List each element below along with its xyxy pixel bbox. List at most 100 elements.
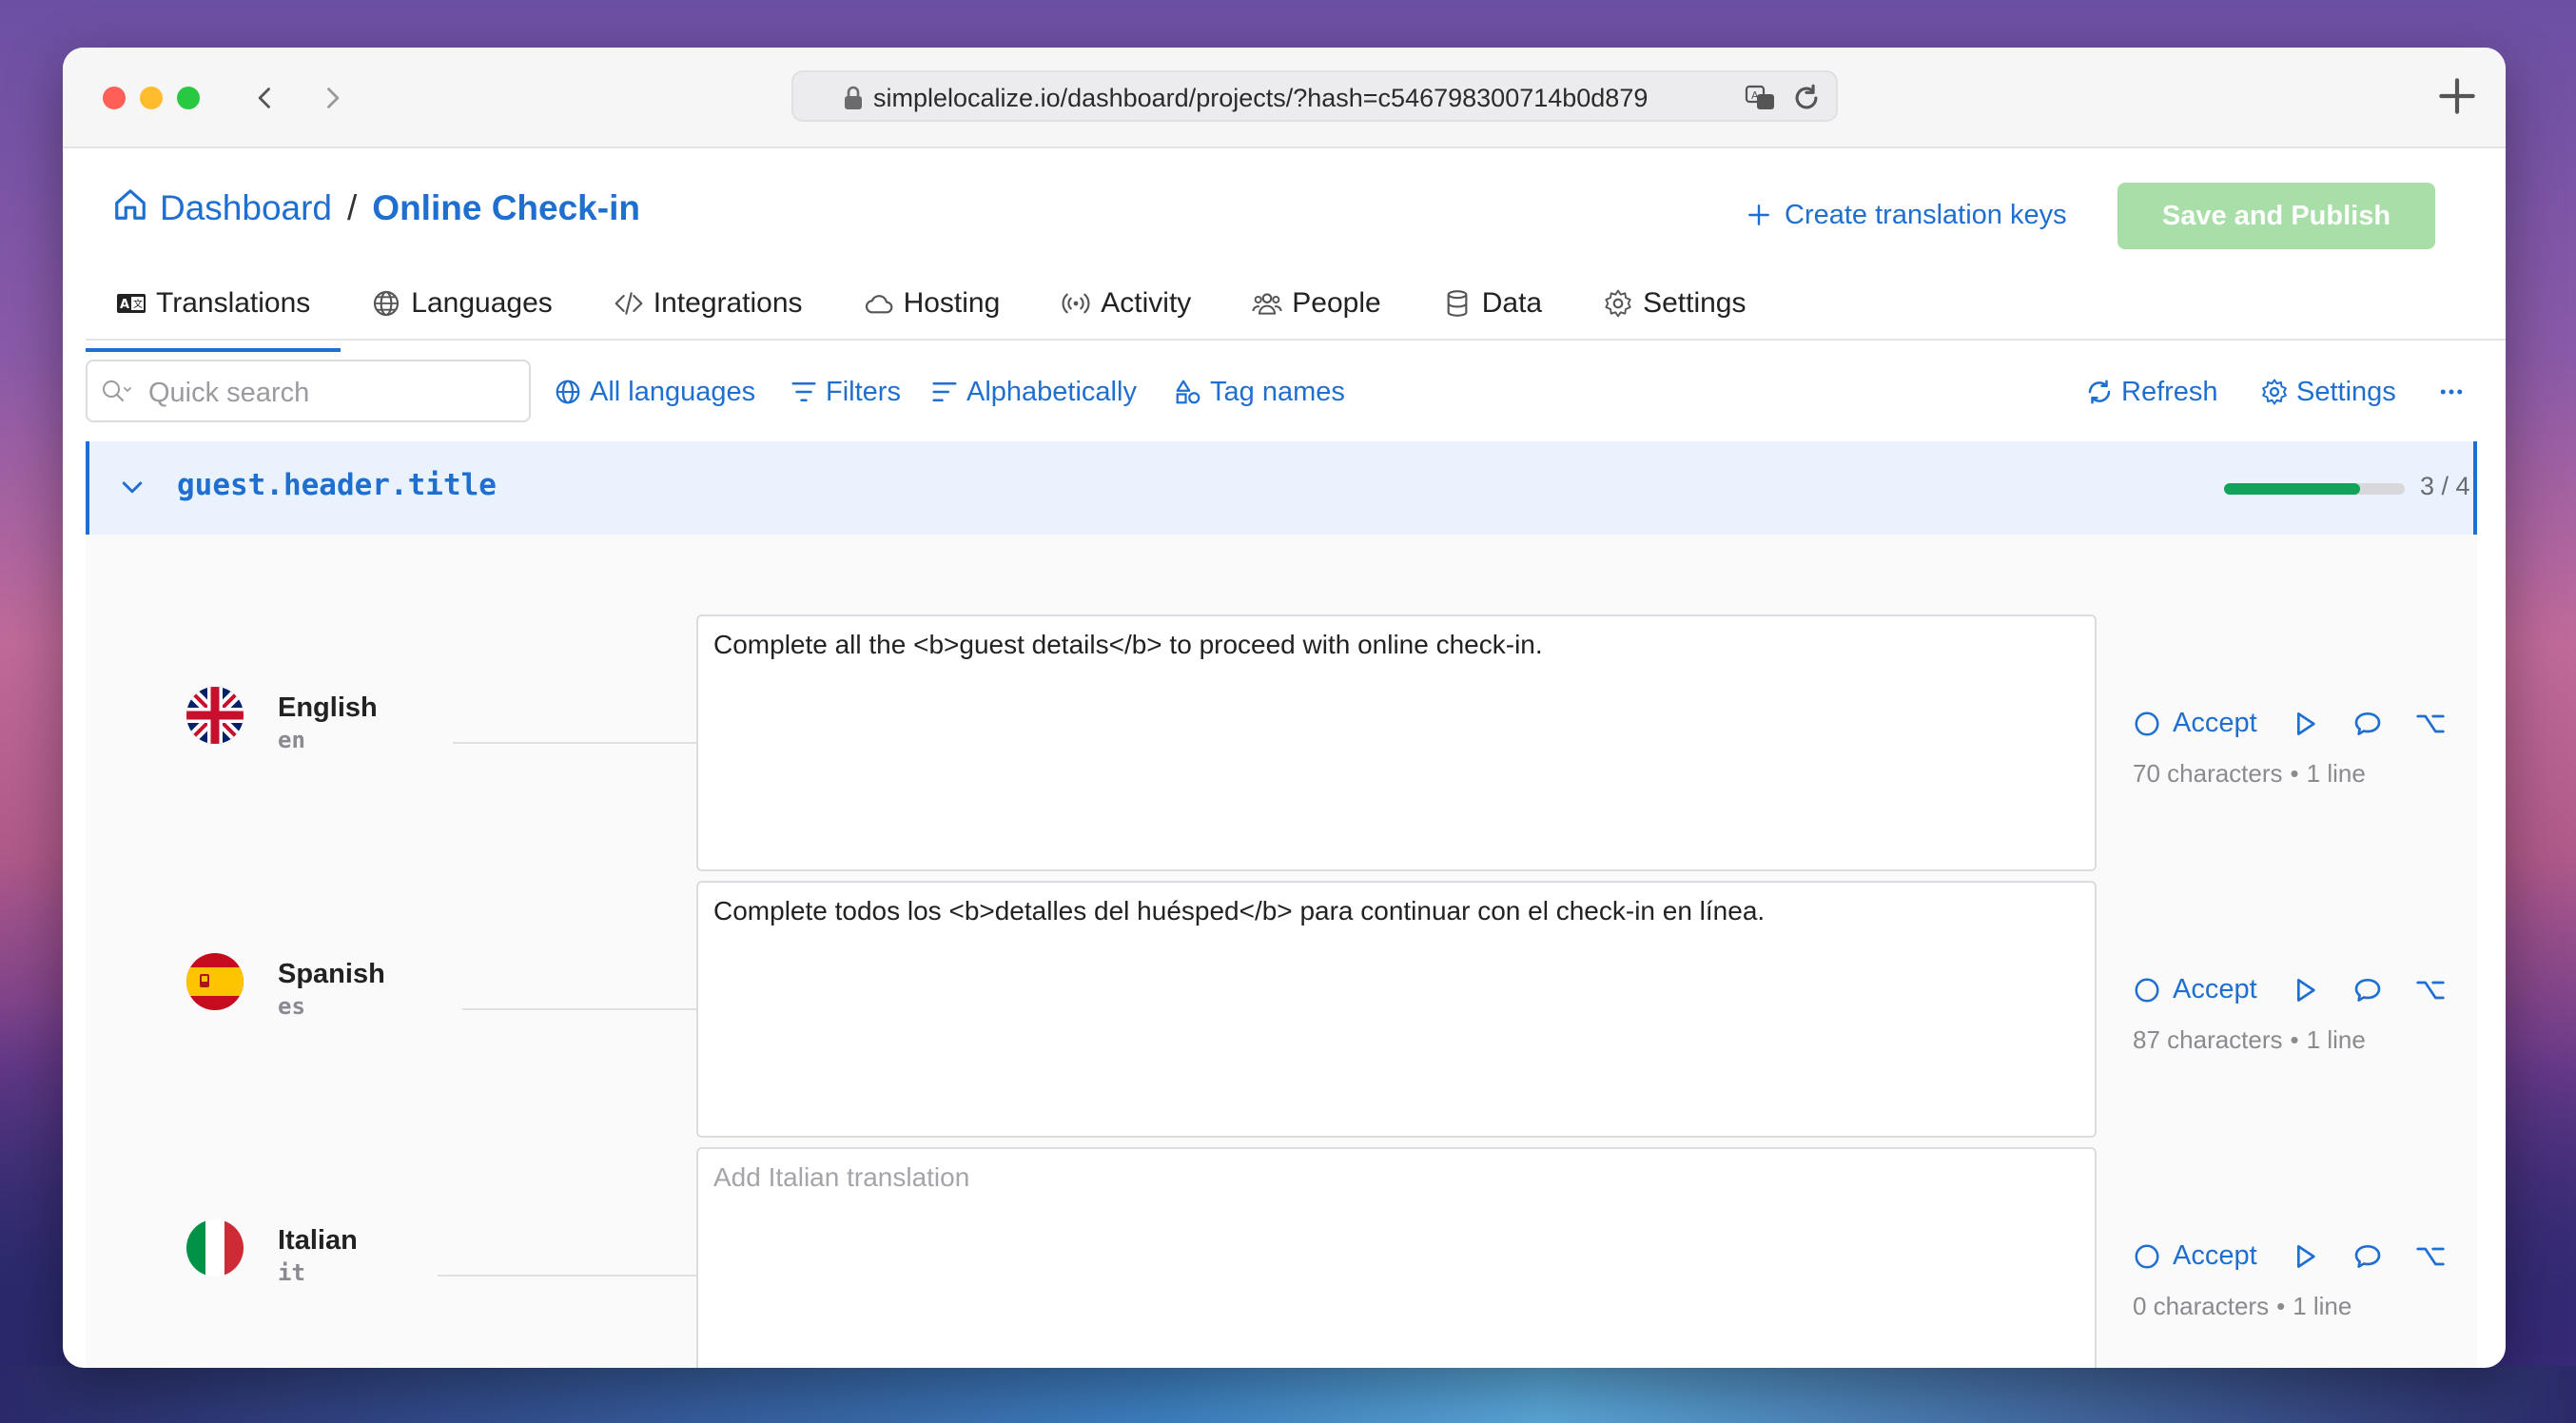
tab-settings[interactable]: Settings bbox=[1572, 272, 1776, 335]
view-settings-button[interactable]: Settings bbox=[2260, 373, 2396, 411]
broadcast-icon bbox=[1062, 293, 1090, 314]
tab-data[interactable]: Data bbox=[1412, 272, 1572, 335]
quick-search-input[interactable] bbox=[146, 371, 521, 415]
tab-settings-label: Settings bbox=[1643, 287, 1747, 319]
translation-row-english: English en Complete all the <b>guest det… bbox=[86, 563, 2477, 871]
url-text: simplelocalize.io/dashboard/projects/?ha… bbox=[873, 84, 1649, 112]
wallpaper-water bbox=[0, 1366, 2576, 1423]
accept-button[interactable]: Accept bbox=[2133, 708, 2257, 739]
translation-key-row[interactable]: guest.header.title 3 / 4 bbox=[86, 441, 2477, 535]
comment-icon[interactable] bbox=[2352, 1241, 2383, 1272]
close-window-button[interactable] bbox=[103, 87, 126, 109]
accept-label: Accept bbox=[2173, 708, 2257, 738]
filter-icon bbox=[791, 382, 816, 401]
refresh-icon bbox=[2088, 380, 2111, 404]
create-translation-keys-button[interactable]: Create translation keys bbox=[1747, 196, 2067, 234]
more-options-button[interactable] bbox=[2437, 373, 2466, 411]
line-count: 1 line bbox=[2306, 1025, 2366, 1054]
address-bar[interactable]: simplelocalize.io/dashboard/projects/?ha… bbox=[791, 70, 1838, 122]
translation-stats: 87 characters • 1 line bbox=[2133, 1025, 2366, 1054]
all-languages-button[interactable]: All languages bbox=[554, 373, 755, 411]
tab-hosting-label: Hosting bbox=[903, 287, 1001, 319]
view-settings-label: Settings bbox=[2296, 376, 2396, 407]
tab-languages-label: Languages bbox=[411, 287, 553, 319]
chevron-right-icon bbox=[327, 88, 340, 108]
translation-row-italian: Italian it Add Italian translation Accep… bbox=[86, 1096, 2477, 1368]
option-key-icon[interactable] bbox=[2415, 975, 2446, 1005]
option-key-icon[interactable] bbox=[2415, 709, 2446, 739]
filters-button[interactable]: Filters bbox=[790, 373, 901, 411]
row-actions: Accept bbox=[2133, 708, 2446, 739]
tab-data-label: Data bbox=[1481, 287, 1543, 319]
breadcrumb-dashboard-link[interactable]: Dashboard bbox=[160, 188, 332, 228]
translation-progress-text: 3 / 4 bbox=[2420, 472, 2470, 500]
all-languages-label: All languages bbox=[590, 376, 756, 407]
play-icon[interactable] bbox=[2290, 1241, 2320, 1272]
comment-icon[interactable] bbox=[2352, 975, 2383, 1005]
line-count: 1 line bbox=[2306, 759, 2366, 788]
home-icon[interactable] bbox=[112, 186, 148, 231]
reload-icon[interactable] bbox=[1790, 82, 1823, 114]
play-icon[interactable] bbox=[2290, 709, 2320, 739]
accept-button[interactable]: Accept bbox=[2133, 974, 2257, 1005]
more-horizontal-icon bbox=[2440, 389, 2463, 395]
breadcrumb: Dashboard / Online Check-in bbox=[112, 185, 640, 232]
translate-page-icon[interactable]: A bbox=[1745, 82, 1777, 114]
search-icon bbox=[103, 380, 131, 402]
row-actions: Accept bbox=[2133, 1240, 2446, 1272]
new-tab-icon[interactable] bbox=[2433, 72, 2481, 120]
comment-icon[interactable] bbox=[2352, 709, 2383, 739]
tab-languages[interactable]: Languages bbox=[341, 272, 582, 335]
translation-stats: 0 characters • 1 line bbox=[2133, 1292, 2352, 1320]
translation-key-name[interactable]: guest.header.title bbox=[177, 468, 497, 502]
tab-hosting[interactable]: Hosting bbox=[833, 272, 1031, 335]
filters-label: Filters bbox=[826, 376, 901, 407]
translation-row-spanish: Spanish es Complete todos los <b>detalle… bbox=[86, 829, 2477, 1138]
tab-translations-label: Translations bbox=[156, 287, 311, 319]
sort-label: Alphabetically bbox=[966, 376, 1137, 407]
globe-icon bbox=[374, 290, 400, 317]
back-button[interactable] bbox=[242, 74, 289, 122]
translation-progress-fill bbox=[2224, 483, 2360, 495]
gear-icon bbox=[1605, 289, 1631, 318]
code-icon bbox=[615, 292, 643, 315]
row-connector bbox=[453, 742, 696, 744]
forward-button[interactable] bbox=[308, 74, 356, 122]
circle-icon bbox=[2135, 712, 2159, 735]
database-icon bbox=[1447, 290, 1468, 317]
browser-window: simplelocalize.io/dashboard/projects/?ha… bbox=[63, 48, 2506, 1368]
tab-activity[interactable]: Activity bbox=[1030, 272, 1221, 335]
translation-input[interactable]: Add Italian translation bbox=[696, 1147, 2097, 1368]
tag-names-button[interactable]: Tag names bbox=[1174, 373, 1345, 411]
minimize-window-button[interactable] bbox=[140, 87, 163, 109]
play-icon[interactable] bbox=[2290, 975, 2320, 1005]
browser-toolbar: simplelocalize.io/dashboard/projects/?ha… bbox=[63, 48, 2506, 148]
language-name: Spanish bbox=[278, 959, 385, 989]
tab-integrations[interactable]: Integrations bbox=[583, 272, 833, 335]
tab-people-label: People bbox=[1292, 287, 1381, 319]
spain-flag-icon bbox=[186, 953, 244, 1010]
breadcrumb-project-name[interactable]: Online Check-in bbox=[372, 188, 640, 228]
accept-button[interactable]: Accept bbox=[2133, 1240, 2257, 1272]
save-and-publish-button[interactable]: Save and Publish bbox=[2117, 183, 2435, 249]
tab-people[interactable]: People bbox=[1221, 272, 1411, 335]
character-count: 70 characters bbox=[2133, 759, 2283, 788]
sort-button[interactable]: Alphabetically bbox=[930, 373, 1137, 411]
svg-text:A: A bbox=[120, 298, 129, 312]
translation-text: Complete all the <b>guest details</b> to… bbox=[713, 630, 1543, 659]
zoom-window-button[interactable] bbox=[177, 87, 200, 109]
svg-text:A: A bbox=[1751, 89, 1759, 102]
language-name: English bbox=[278, 692, 378, 723]
translation-progress-bar bbox=[2224, 483, 2405, 495]
refresh-button[interactable]: Refresh bbox=[2085, 373, 2218, 411]
sort-icon bbox=[932, 382, 957, 401]
chevron-down-icon[interactable] bbox=[118, 474, 146, 502]
character-count: 0 characters bbox=[2133, 1292, 2270, 1320]
option-key-icon[interactable] bbox=[2415, 1241, 2446, 1272]
language-code: it bbox=[278, 1259, 305, 1286]
line-count: 1 line bbox=[2293, 1292, 2352, 1320]
quick-search bbox=[86, 360, 531, 422]
accept-label: Accept bbox=[2173, 1240, 2257, 1271]
translation-placeholder: Add Italian translation bbox=[713, 1162, 970, 1192]
tab-translations[interactable]: A文 Translations bbox=[86, 272, 342, 352]
